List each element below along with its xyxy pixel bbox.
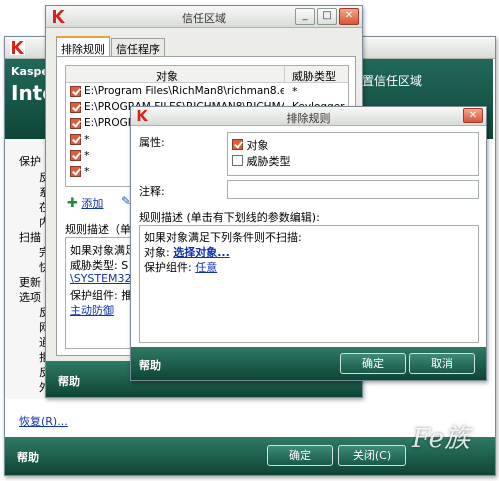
- rule-desc-label: 规则描述 (单击有下划线的参数编辑):: [139, 211, 320, 224]
- any-component-link[interactable]: 任意: [195, 261, 217, 274]
- main-close-button[interactable]: 关闭(C): [338, 445, 406, 466]
- header-object[interactable]: 对象: [156, 68, 178, 84]
- desc-line: 保护组件: 推: [70, 289, 133, 302]
- rule-desc-box: 如果对象满足下列条件则不扫描: 对象: 选择对象... 保护组件: 任意: [139, 225, 479, 343]
- tree-item[interactable]: 选项: [19, 289, 41, 305]
- main-ok-button[interactable]: 确定: [267, 445, 333, 466]
- maximize-icon[interactable]: □: [317, 8, 337, 25]
- desc-object-label: 对象:: [144, 246, 170, 259]
- main-help-label[interactable]: 帮助: [17, 449, 39, 465]
- row-checkbox[interactable]: [70, 102, 81, 113]
- properties-box: 对象 威胁类型: [227, 132, 479, 176]
- row-checkbox[interactable]: [70, 166, 81, 177]
- right-title: 置信任区域: [362, 74, 423, 88]
- table-row[interactable]: E:\Program Files\RichMan8\richman8.exe *: [66, 84, 348, 100]
- dialog-ok-button[interactable]: 确定: [340, 353, 406, 374]
- row-object: E:\Program Files\RichMan8\richman8.exe: [84, 85, 284, 97]
- kaspersky-logo-icon: [10, 40, 25, 55]
- row-object: *: [84, 133, 90, 146]
- desc-line: 威胁类型: S: [70, 259, 129, 272]
- header-divider: [284, 66, 285, 83]
- close-icon[interactable]: ✕: [339, 8, 359, 25]
- plus-icon: ✚: [67, 196, 78, 211]
- row-checkbox[interactable]: [70, 86, 81, 97]
- row-object: *: [84, 165, 90, 178]
- header-threat[interactable]: 威胁类型: [292, 68, 336, 84]
- dialog-title: 排除规则: [286, 112, 331, 125]
- row-object: *: [84, 149, 90, 162]
- option-object[interactable]: 对象: [232, 137, 269, 153]
- desc-line: 如果对象满足: [70, 244, 136, 257]
- tab-label: 信任程序: [116, 43, 160, 56]
- add-rule-link[interactable]: ✚ 添加: [67, 195, 103, 211]
- desc-line[interactable]: 主动防御: [70, 302, 114, 318]
- minimize-icon[interactable]: _: [295, 8, 315, 25]
- restore-link[interactable]: 恢复(R)...: [19, 413, 68, 429]
- settings-tree: 保护 反 系 在 内 扫描 完 快 更新 选项 反 网 通 拒 反 外: [5, 139, 50, 399]
- object-checkbox[interactable]: [232, 139, 243, 150]
- desc-line: 如果对象满足下列条件则不扫描:: [144, 231, 302, 244]
- comment-label: 注释:: [139, 185, 165, 198]
- threat-type-checkbox[interactable]: [232, 155, 243, 166]
- dialog-titlebar: 排除规则 ✕: [131, 107, 486, 126]
- tree-item[interactable]: 保护: [19, 153, 41, 169]
- properties-label: 属性:: [139, 136, 165, 149]
- trust-help-label[interactable]: 帮助: [58, 373, 80, 389]
- row-checkbox[interactable]: [70, 150, 81, 161]
- tree-item[interactable]: 扫描: [19, 229, 41, 245]
- row-checkbox[interactable]: [70, 118, 81, 129]
- option-label: 威胁类型: [246, 155, 291, 168]
- tab-exclusion-rules[interactable]: 排除规则: [56, 36, 110, 57]
- row-object: E:\PROGR: [84, 117, 136, 129]
- option-label: 对象: [246, 139, 269, 152]
- comment-input[interactable]: [227, 180, 479, 199]
- row-threat: *: [292, 85, 298, 98]
- close-icon[interactable]: ✕: [463, 108, 483, 123]
- dialog-footer: 帮助 确定 取消: [131, 347, 486, 380]
- desc-component-label: 保护组件:: [144, 261, 192, 274]
- tab-trusted-programs[interactable]: 信任程序: [111, 38, 165, 57]
- trust-titlebar: 信任区域 _ □ ✕: [46, 6, 362, 28]
- desc-object-row: 对象: 选择对象...: [144, 244, 230, 260]
- tab-label: 排除规则: [61, 43, 105, 56]
- trust-window-controls: _ □ ✕: [295, 8, 359, 25]
- row-checkbox[interactable]: [70, 134, 81, 145]
- desc-component-row: 保护组件: 任意: [144, 259, 217, 275]
- dialog-help-label[interactable]: 帮助: [139, 357, 161, 373]
- exclusion-rule-dialog: 排除规则 ✕ 属性: 对象 威胁类型 注释: 规则描述 (单击有下划线的参数编辑…: [130, 106, 487, 381]
- option-threat-type[interactable]: 威胁类型: [232, 153, 291, 169]
- table-header: 对象 威胁类型: [66, 66, 348, 83]
- add-label: 添加: [81, 197, 104, 210]
- watermark: Fe族: [412, 424, 471, 454]
- select-object-link[interactable]: 选择对象...: [173, 246, 230, 259]
- tree-item[interactable]: 更新: [19, 274, 41, 290]
- brand-top-text: Kaspe: [11, 65, 49, 78]
- dialog-cancel-button[interactable]: 取消: [409, 353, 475, 374]
